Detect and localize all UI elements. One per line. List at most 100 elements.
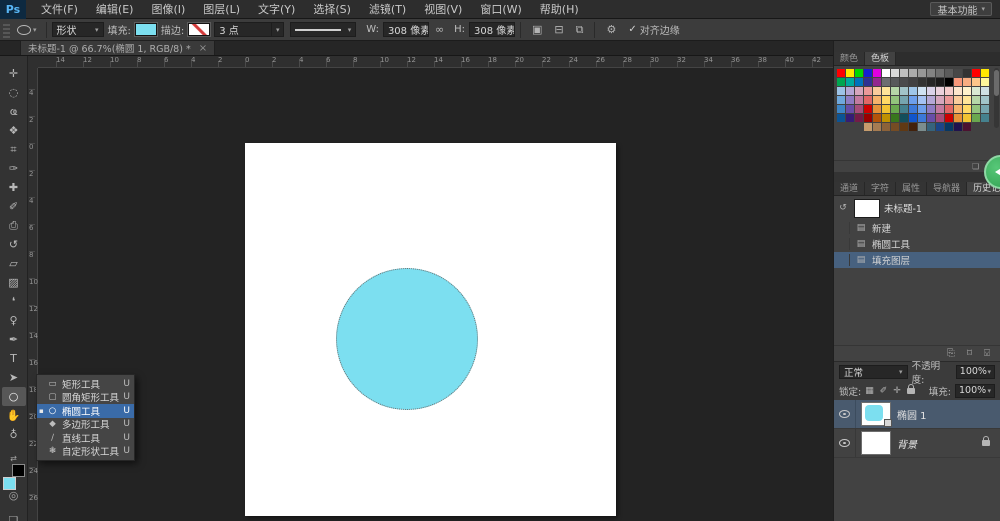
menu-item[interactable]: 图像(I) [142, 0, 194, 19]
background-color-well[interactable] [12, 464, 25, 477]
color-swatch[interactable] [954, 114, 962, 122]
color-swatch[interactable] [846, 105, 854, 113]
color-swatch[interactable] [936, 105, 944, 113]
color-swatch[interactable] [882, 114, 890, 122]
color-swatch[interactable] [855, 78, 863, 86]
color-swatch[interactable] [900, 96, 908, 104]
workspace-switcher[interactable]: 基本功能 ▾ [930, 2, 992, 16]
color-swatch[interactable] [846, 78, 854, 86]
color-swatch[interactable] [864, 96, 872, 104]
color-swatch[interactable] [909, 114, 917, 122]
width-field[interactable]: 308 像素 [383, 22, 429, 37]
color-swatch[interactable] [909, 69, 917, 77]
color-swatch[interactable] [936, 87, 944, 95]
menu-item[interactable]: 视图(V) [415, 0, 471, 19]
tool-button[interactable]: ✛ [2, 64, 26, 83]
color-swatch[interactable] [855, 69, 863, 77]
layer-row[interactable]: 背景 [834, 429, 1000, 458]
history-step[interactable]: ▤ 椭圆工具 [834, 236, 1000, 252]
color-swatch[interactable] [981, 96, 989, 104]
color-swatch[interactable] [855, 96, 863, 104]
color-swatch[interactable] [846, 87, 854, 95]
panel-tab[interactable]: 导航器 [927, 182, 967, 195]
stroke-style-select[interactable]: ▾ [290, 22, 356, 37]
color-swatch[interactable] [837, 78, 845, 86]
screen-mode-button[interactable]: ❏ [9, 514, 19, 521]
color-swatch[interactable] [891, 69, 899, 77]
tool-button[interactable]: ↺ [2, 235, 26, 254]
color-swatch[interactable] [963, 78, 971, 86]
color-swatch[interactable] [936, 114, 944, 122]
color-swatch[interactable] [954, 96, 962, 104]
ellipse-shape[interactable] [336, 268, 478, 410]
color-swatch[interactable] [936, 69, 944, 77]
stroke-width-dropdown[interactable]: ▾ [272, 22, 284, 37]
scrollbar-thumb[interactable] [994, 70, 999, 96]
color-swatch[interactable] [900, 114, 908, 122]
color-swatch[interactable] [891, 123, 899, 131]
tool-button[interactable]: ♁ [2, 425, 26, 444]
color-swatch[interactable] [963, 96, 971, 104]
color-swatch[interactable] [918, 78, 926, 86]
color-swatch[interactable] [918, 123, 926, 131]
color-swatch[interactable] [981, 105, 989, 113]
history-source-well[interactable] [836, 238, 850, 250]
color-swatch[interactable] [873, 87, 881, 95]
color-swatch[interactable] [972, 87, 980, 95]
color-swatch[interactable] [855, 114, 863, 122]
gear-icon[interactable]: ⚙ [606, 23, 616, 36]
new-snapshot-icon[interactable]: ⌑ [967, 348, 972, 359]
menu-item[interactable]: 窗口(W) [471, 0, 530, 19]
color-swatch[interactable] [882, 96, 890, 104]
history-step[interactable]: ▤ 填充图层 [834, 252, 1000, 268]
color-swatch[interactable] [891, 105, 899, 113]
color-swatch[interactable] [927, 78, 935, 86]
menu-item[interactable]: 文件(F) [32, 0, 87, 19]
visibility-toggle[interactable] [834, 429, 856, 457]
tool-button[interactable]: ⌗ [2, 140, 26, 159]
flyout-item[interactable]: ▪ ∕ 直线工具 U [37, 431, 134, 445]
color-swatch[interactable] [963, 87, 971, 95]
menu-item[interactable]: 滤镜(T) [360, 0, 415, 19]
color-swatch[interactable] [972, 96, 980, 104]
color-swatch[interactable] [873, 123, 881, 131]
color-swatch[interactable] [873, 69, 881, 77]
path-alignment-icon[interactable]: ⊟ [554, 23, 563, 36]
color-swatch[interactable] [837, 69, 845, 77]
color-swatch[interactable] [837, 87, 845, 95]
color-swatch[interactable] [864, 123, 872, 131]
color-swatch[interactable] [900, 78, 908, 86]
tool-button[interactable]: T [2, 349, 26, 368]
stroke-width-field[interactable]: 3 点 [214, 22, 272, 37]
stroke-color-swatch[interactable] [188, 23, 210, 36]
tool-button[interactable]: ✑ [2, 159, 26, 178]
color-swatch[interactable] [864, 105, 872, 113]
color-swatch[interactable] [846, 114, 854, 122]
tool-preset-picker[interactable]: ▾ [17, 25, 37, 35]
color-swatch[interactable] [972, 69, 980, 77]
color-swatch[interactable] [855, 87, 863, 95]
tool-button[interactable]: ❛ [2, 292, 26, 311]
menu-item[interactable]: 文字(Y) [249, 0, 304, 19]
visibility-toggle[interactable] [834, 400, 856, 428]
color-swatch[interactable] [936, 78, 944, 86]
color-swatch[interactable] [873, 105, 881, 113]
color-swatch[interactable] [963, 123, 971, 131]
color-swatch[interactable] [846, 96, 854, 104]
tool-button[interactable]: ✐ [2, 197, 26, 216]
color-swatch[interactable] [846, 69, 854, 77]
color-swatch[interactable] [882, 69, 890, 77]
color-swatch[interactable] [927, 69, 935, 77]
color-swatch[interactable] [954, 87, 962, 95]
flyout-item[interactable]: ▪ ▭ 矩形工具 U [37, 377, 134, 391]
tool-button[interactable]: ❖ [2, 121, 26, 140]
color-swatch[interactable] [873, 78, 881, 86]
blend-mode-select[interactable]: 正常 ▾ [839, 365, 908, 379]
color-swatch[interactable] [855, 105, 863, 113]
tool-button[interactable]: ⎙ [2, 216, 26, 235]
tool-button[interactable]: ✒ [2, 330, 26, 349]
color-swatch[interactable] [918, 114, 926, 122]
color-swatch[interactable] [918, 96, 926, 104]
color-swatch[interactable] [918, 69, 926, 77]
color-swatch[interactable] [972, 105, 980, 113]
